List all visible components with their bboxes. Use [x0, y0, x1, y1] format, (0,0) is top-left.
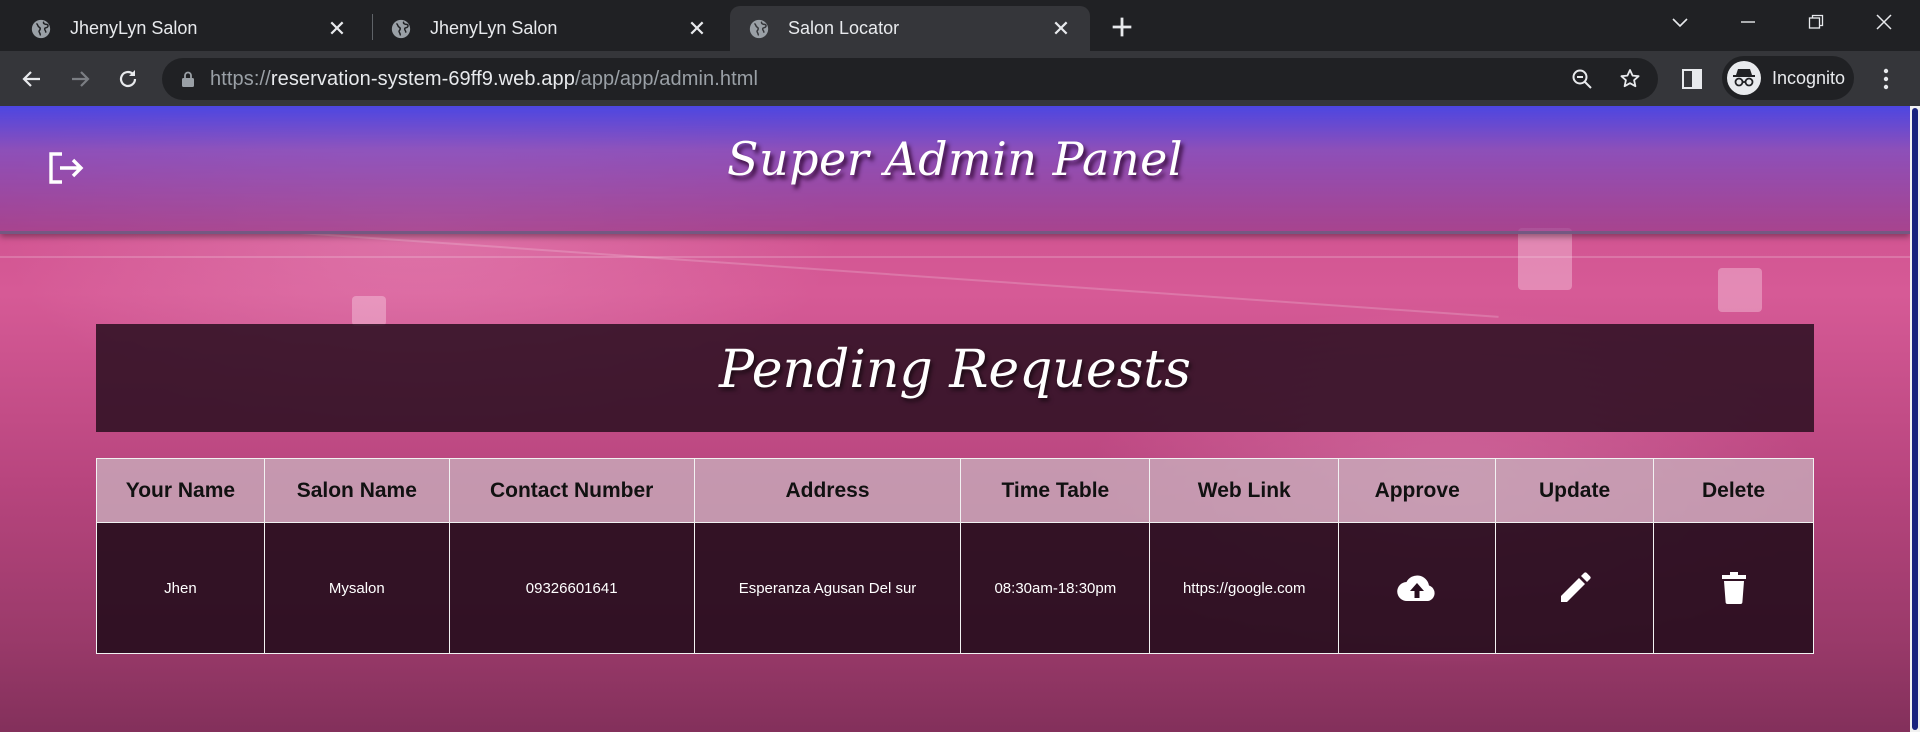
side-panel-icon[interactable] [1676, 63, 1708, 95]
page-scrollbar[interactable] [1910, 106, 1920, 732]
tab-strip: JhenyLyn Salon ✕ JhenyLyn Salon ✕ Salon … [0, 0, 1920, 51]
cell-your-name: Jhen [96, 522, 265, 654]
bg-ceiling-line [0, 256, 1910, 258]
cloud-upload-icon [1397, 575, 1435, 602]
bg-lamp [1518, 228, 1572, 290]
address-bar[interactable]: https://reservation-system-69ff9.web.app… [162, 58, 1658, 100]
tab-search-chevron-icon[interactable] [1660, 8, 1700, 36]
table-row: Jhen Mysalon 09326601641 Esperanza Agusa… [96, 522, 1814, 654]
bg-lamp [352, 296, 386, 326]
zoom-out-icon[interactable] [1570, 67, 1594, 91]
section-title: Pending Requests [719, 340, 1191, 400]
approve-button[interactable] [1395, 566, 1439, 610]
globe-icon [391, 19, 411, 38]
cell-update [1495, 522, 1655, 654]
page-viewport: Super Admin Panel Pending Requests Your … [0, 106, 1910, 732]
cell-web-link: https://google.com [1149, 522, 1340, 654]
close-icon[interactable]: ✕ [326, 16, 348, 41]
incognito-icon [1727, 61, 1761, 95]
column-header-approve: Approve [1338, 458, 1497, 523]
new-tab-plus-icon[interactable] [1108, 13, 1136, 41]
column-header-delete: Delete [1653, 458, 1814, 523]
admin-header: Super Admin Panel [0, 106, 1910, 234]
back-arrow-icon[interactable] [16, 63, 48, 95]
column-header-salon-name: Salon Name [263, 458, 450, 523]
column-header-address: Address [693, 458, 962, 523]
update-button[interactable] [1553, 566, 1597, 610]
bg-ceiling-line [301, 232, 1499, 318]
column-header-time-table: Time Table [960, 458, 1151, 523]
url-scheme: https:// [210, 67, 271, 90]
pending-requests-panel: Pending Requests [96, 324, 1814, 432]
column-header-contact-number: Contact Number [448, 458, 695, 523]
cell-address: Esperanza Agusan Del sur [693, 522, 962, 654]
column-header-update: Update [1495, 458, 1655, 523]
column-header-your-name: Your Name [96, 458, 265, 523]
close-icon[interactable]: ✕ [686, 16, 708, 41]
close-window-icon[interactable] [1864, 8, 1904, 36]
forward-arrow-icon[interactable] [64, 63, 96, 95]
pencil-icon [1560, 572, 1591, 602]
tab-2[interactable]: JhenyLyn Salon ✕ [360, 6, 726, 51]
pending-requests-table: Your Name Salon Name Contact Number Addr… [96, 458, 1814, 654]
tab-title: JhenyLyn Salon [430, 18, 558, 38]
incognito-label: Incognito [1772, 67, 1846, 88]
url-path: /app/app/admin.html [574, 67, 759, 90]
tab-3-active[interactable]: Salon Locator ✕ [730, 6, 1090, 51]
reload-icon[interactable] [112, 63, 144, 95]
cell-salon-name: Mysalon [263, 522, 450, 654]
star-bookmark-icon[interactable] [1618, 67, 1642, 91]
page-title: Super Admin Panel [726, 132, 1184, 186]
cell-approve [1338, 522, 1497, 654]
globe-icon [749, 19, 769, 38]
menu-kebab-icon[interactable] [1870, 63, 1902, 95]
restore-icon[interactable] [1796, 8, 1836, 36]
trash-icon [1721, 572, 1746, 604]
close-icon[interactable]: ✕ [1050, 16, 1072, 41]
table-header-row: Your Name Salon Name Contact Number Addr… [96, 458, 1814, 523]
column-header-web-link: Web Link [1149, 458, 1340, 523]
lock-icon[interactable] [180, 70, 196, 88]
incognito-profile-button[interactable]: Incognito [1722, 56, 1854, 100]
cell-time-table: 08:30am-18:30pm [960, 522, 1151, 654]
tab-1[interactable]: JhenyLyn Salon ✕ [0, 6, 366, 51]
minimize-icon[interactable] [1728, 8, 1768, 36]
scrollbar-thumb[interactable] [1912, 108, 1918, 730]
cell-contact-number: 09326601641 [448, 522, 695, 654]
delete-button[interactable] [1712, 566, 1756, 610]
browser-toolbar: https://reservation-system-69ff9.web.app… [0, 51, 1920, 106]
tab-title: Salon Locator [788, 18, 900, 38]
cell-delete [1653, 522, 1814, 654]
globe-icon [31, 19, 51, 38]
url-text[interactable]: https://reservation-system-69ff9.web.app… [210, 68, 758, 91]
url-host: reservation-system-69ff9.web.app [270, 67, 575, 90]
bg-lamp [1718, 268, 1762, 312]
tab-title: JhenyLyn Salon [70, 18, 198, 38]
